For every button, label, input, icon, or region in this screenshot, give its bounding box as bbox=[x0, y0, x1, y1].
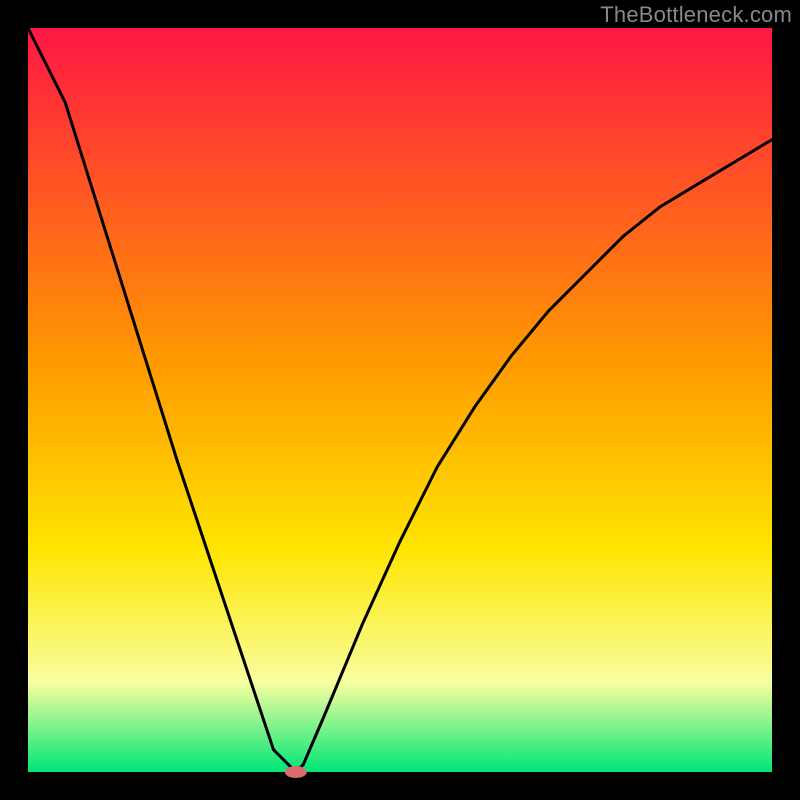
optimum-marker bbox=[285, 766, 307, 778]
watermark-label: TheBottleneck.com bbox=[600, 2, 792, 28]
bottleneck-chart bbox=[0, 0, 800, 800]
plot-area bbox=[28, 28, 772, 772]
chart-frame: TheBottleneck.com bbox=[0, 0, 800, 800]
